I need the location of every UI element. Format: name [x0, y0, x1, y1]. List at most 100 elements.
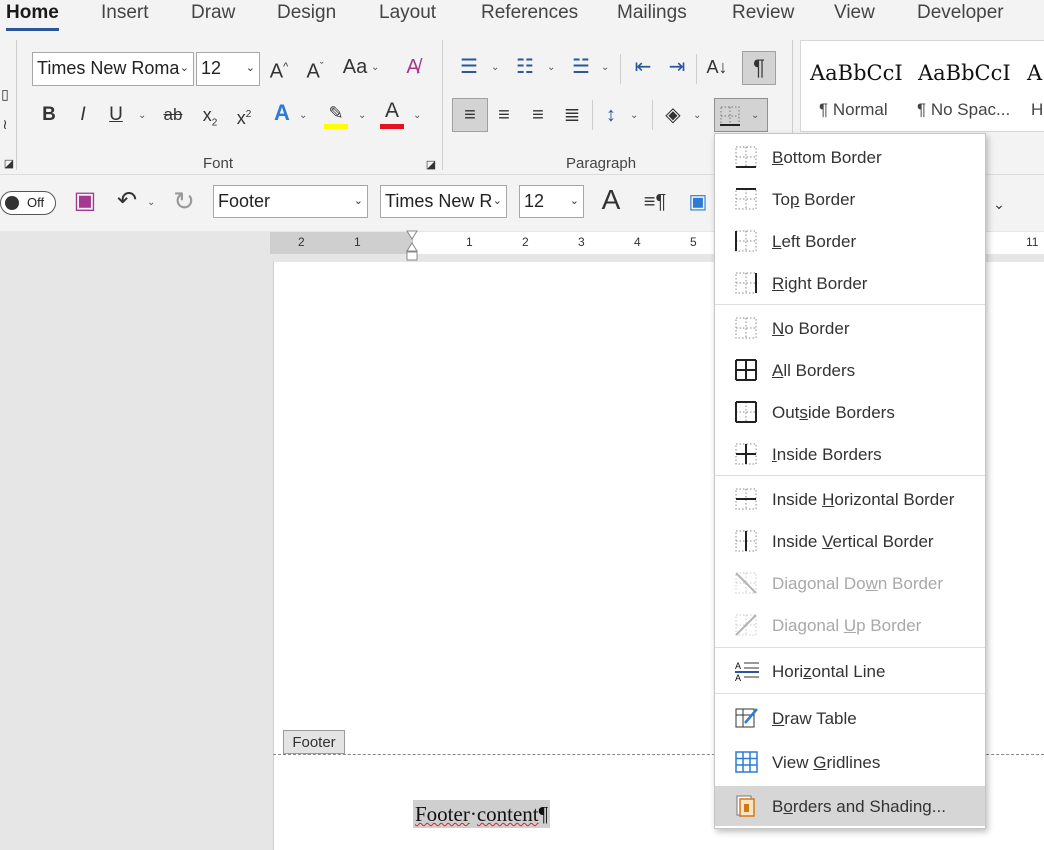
- tab-insert[interactable]: Insert: [101, 0, 149, 28]
- tab-layout[interactable]: Layout: [379, 0, 436, 28]
- change-case-button[interactable]: Aa: [340, 55, 370, 79]
- increase-indent-icon[interactable]: ⇥: [664, 55, 690, 79]
- font-name-select[interactable]: Times New Roma ⌄: [32, 52, 194, 86]
- chevron-down-icon[interactable]: ⌄: [358, 110, 366, 121]
- borders-button[interactable]: ⌄: [714, 98, 768, 132]
- paragraph-mark-icon[interactable]: ≡¶: [640, 190, 670, 214]
- menu-item-label: Inside Vertical Border: [772, 532, 934, 551]
- undo-icon[interactable]: ↶: [114, 189, 140, 213]
- menu-item-horizontal-line[interactable]: A A Horizontal Line: [715, 651, 985, 691]
- menu-item-label: Left Border: [772, 232, 857, 251]
- customize-toolbar-icon[interactable]: ⌄: [990, 192, 1008, 216]
- shrink-font-icon[interactable]: Aˇ: [302, 55, 328, 84]
- align-center-icon[interactable]: ≡: [490, 103, 518, 127]
- chevron-down-icon[interactable]: ⌄: [413, 110, 421, 121]
- highlight-color-icon[interactable]: ✎: [324, 101, 348, 129]
- bold-icon[interactable]: B: [38, 103, 60, 127]
- chevron-down-icon[interactable]: ⌄: [138, 110, 146, 121]
- multilevel-list-icon[interactable]: ☱: [568, 55, 594, 79]
- font-color-icon[interactable]: A: [380, 99, 404, 129]
- style-no-spacing-sample[interactable]: AaBbCcI: [918, 61, 1011, 85]
- indent-marker[interactable]: [406, 230, 418, 262]
- redo-icon[interactable]: ↻: [170, 188, 198, 214]
- format-painter-icon[interactable]: ≀: [0, 112, 10, 136]
- tab-review[interactable]: Review: [732, 0, 794, 28]
- menu-item-view-gridlines[interactable]: View Gridlines: [715, 742, 985, 782]
- bullets-icon[interactable]: ☰: [456, 55, 482, 79]
- group-separator: [16, 40, 17, 170]
- menu-item-inside-borders[interactable]: Inside Borders: [715, 434, 985, 474]
- save-icon[interactable]: ▣: [72, 189, 98, 213]
- chevron-down-icon[interactable]: ⌄: [299, 110, 307, 121]
- menu-item-outside-borders[interactable]: Outside Borders: [715, 392, 985, 432]
- font-size-select[interactable]: 12 ⌄: [196, 52, 260, 86]
- show-formatting-marks-icon[interactable]: ¶: [742, 51, 776, 85]
- chevron-down-icon: ⌄: [245, 62, 255, 74]
- all-borders-icon: [735, 359, 757, 381]
- qat-font-select[interactable]: Times New R ⌄: [380, 185, 507, 218]
- menu-item-bottom-border[interactable]: Bottom Border: [715, 137, 985, 177]
- separator: [592, 100, 593, 130]
- menu-item-inside-vertical-border[interactable]: Inside Vertical Border: [715, 521, 985, 561]
- sort-icon[interactable]: A↓: [704, 55, 730, 79]
- style-normal-sample[interactable]: AaBbCcI: [810, 61, 903, 85]
- shading-icon[interactable]: ◈: [660, 103, 686, 127]
- align-left-icon[interactable]: ≡: [452, 98, 488, 132]
- align-right-icon[interactable]: ≡: [524, 103, 552, 127]
- space-mark: ·: [469, 802, 477, 826]
- ruler-mark: 3: [578, 235, 585, 249]
- menu-item-label: No Border: [772, 319, 850, 338]
- underline-icon[interactable]: U: [105, 103, 127, 127]
- decrease-indent-icon[interactable]: ⇤: [630, 55, 656, 79]
- left-border-icon: [735, 230, 757, 252]
- menu-item-top-border[interactable]: Top Border: [715, 179, 985, 219]
- tab-view[interactable]: View: [834, 0, 875, 28]
- chevron-down-icon[interactable]: ⌄: [693, 110, 701, 121]
- menu-item-borders-shading[interactable]: Borders and Shading...: [715, 786, 985, 826]
- tab-developer[interactable]: Developer: [917, 0, 1004, 28]
- justify-icon[interactable]: ≣: [558, 103, 586, 127]
- clipboard-launcher-icon[interactable]: ◪: [2, 152, 16, 176]
- menu-item-all-borders[interactable]: All Borders: [715, 350, 985, 390]
- clear-formatting-icon[interactable]: A̸: [398, 55, 428, 79]
- numbering-icon[interactable]: ☷: [512, 55, 538, 79]
- style-heading-sample[interactable]: A: [1027, 61, 1042, 85]
- line-spacing-icon[interactable]: ↕: [598, 103, 624, 127]
- style-normal-label[interactable]: ¶ Normal: [819, 100, 888, 120]
- tab-draw[interactable]: Draw: [191, 0, 235, 28]
- grow-font-icon[interactable]: A^: [266, 55, 292, 84]
- menu-item-left-border[interactable]: Left Border: [715, 221, 985, 261]
- diagonal-down-border-icon: [735, 572, 757, 594]
- italic-icon[interactable]: I: [72, 103, 94, 127]
- font-large-icon[interactable]: A: [596, 186, 626, 214]
- chevron-down-icon[interactable]: ⌄: [630, 110, 638, 121]
- text-effects-icon[interactable]: A: [270, 101, 294, 125]
- style-no-spacing-label[interactable]: ¶ No Spac...: [917, 100, 1010, 120]
- style-select[interactable]: Footer ⌄: [213, 185, 368, 218]
- tab-mailings[interactable]: Mailings: [617, 0, 687, 28]
- subscript-icon[interactable]: x2: [198, 103, 222, 136]
- chevron-down-icon[interactable]: ⌄: [547, 62, 555, 73]
- autosave-toggle[interactable]: Off: [0, 191, 56, 215]
- menu-item-draw-table[interactable]: Draw Table: [715, 698, 985, 738]
- font-size-value: 12: [201, 58, 222, 78]
- menu-item-inside-horizontal-border[interactable]: Inside Horizontal Border: [715, 479, 985, 519]
- paste-icon[interactable]: ▯: [0, 82, 10, 106]
- chevron-down-icon: ⌄: [353, 195, 363, 207]
- borders-shading-icon: [735, 795, 757, 817]
- tab-references[interactable]: References: [481, 0, 578, 28]
- superscript-icon[interactable]: x2: [232, 103, 256, 130]
- menu-item-right-border[interactable]: Right Border: [715, 263, 985, 303]
- strikethrough-icon[interactable]: ab: [160, 103, 186, 127]
- menu-item-no-border[interactable]: No Border: [715, 308, 985, 348]
- text-box-icon[interactable]: ▣: [684, 190, 712, 214]
- tab-design[interactable]: Design: [277, 0, 336, 28]
- footer-content[interactable]: Footer·content¶: [413, 800, 551, 828]
- style-heading-label[interactable]: H: [1031, 100, 1043, 120]
- tab-home[interactable]: Home: [6, 0, 59, 31]
- chevron-down-icon[interactable]: ⌄: [147, 197, 155, 208]
- chevron-down-icon[interactable]: ⌄: [601, 62, 609, 73]
- chevron-down-icon[interactable]: ⌄: [491, 62, 499, 73]
- qat-size-select[interactable]: 12 ⌄: [519, 185, 584, 218]
- chevron-down-icon[interactable]: ⌄: [371, 62, 379, 73]
